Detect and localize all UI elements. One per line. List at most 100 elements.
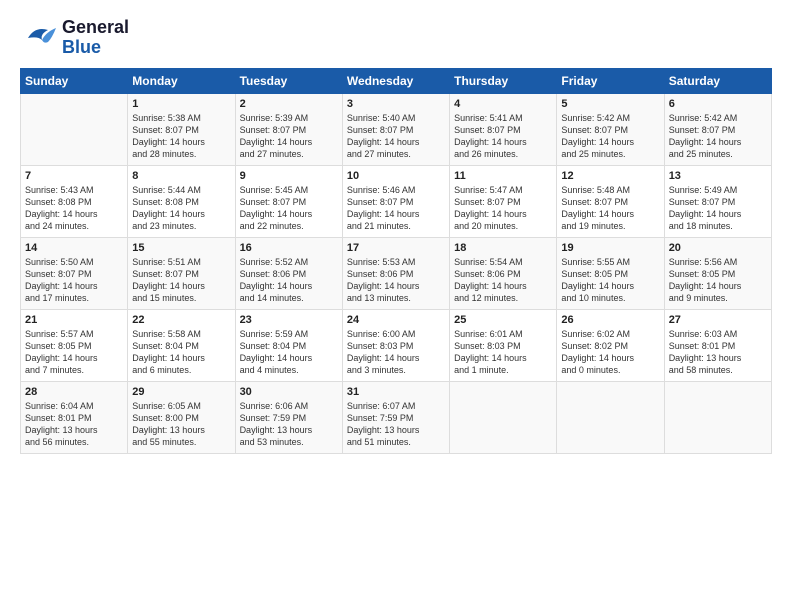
logo-general: General bbox=[62, 18, 129, 38]
day-number: 29 bbox=[132, 386, 230, 398]
weekday-header: Thursday bbox=[450, 69, 557, 94]
calendar-cell: 16 Sunrise: 5:52 AM Sunset: 8:06 PM Dayli… bbox=[235, 238, 342, 310]
cell-info: Sunrise: 5:42 AM Sunset: 8:07 PM Dayligh… bbox=[669, 112, 767, 161]
weekday-header: Friday bbox=[557, 69, 664, 94]
day-number: 7 bbox=[25, 170, 123, 182]
cell-info: Sunrise: 5:38 AM Sunset: 8:07 PM Dayligh… bbox=[132, 112, 230, 161]
day-number: 1 bbox=[132, 98, 230, 110]
day-number: 22 bbox=[132, 314, 230, 326]
logo-blue: Blue bbox=[62, 38, 129, 58]
calendar-cell: 30Sunrise: 6:06 AM Sunset: 7:59 PM Dayli… bbox=[235, 382, 342, 454]
calendar-cell: 2Sunrise: 5:39 AM Sunset: 8:07 PM Daylig… bbox=[235, 94, 342, 166]
day-number: 26 bbox=[561, 314, 659, 326]
calendar-week-row: 21 Sunrise: 5:57 AM Sunset: 8:05 PM Dayli… bbox=[21, 310, 772, 382]
cell-info: Sunrise: 6:04 AM Sunset: 8:01 PM Dayligh… bbox=[25, 400, 123, 449]
day-number: 10 bbox=[347, 170, 445, 182]
calendar-cell: 21 Sunrise: 5:57 AM Sunset: 8:05 PM Dayli… bbox=[21, 310, 128, 382]
calendar-cell: 25 Sunrise: 6:01 AM Sunset: 8:03 PM Dayli… bbox=[450, 310, 557, 382]
cell-info: Sunrise: 5:52 AM Sunset: 8:06 PM Dayligh… bbox=[240, 256, 338, 305]
day-number: 28 bbox=[25, 386, 123, 398]
cell-info: Sunrise: 5:48 AM Sunset: 8:07 PM Dayligh… bbox=[561, 184, 659, 233]
calendar-cell bbox=[664, 382, 771, 454]
calendar-cell: 19 Sunrise: 5:55 AM Sunset: 8:05 PM Dayli… bbox=[557, 238, 664, 310]
calendar-cell: 9Sunrise: 5:45 AM Sunset: 8:07 PM Daylig… bbox=[235, 166, 342, 238]
calendar-cell: 13 Sunrise: 5:49 AM Sunset: 8:07 PM Dayli… bbox=[664, 166, 771, 238]
cell-info: Sunrise: 5:40 AM Sunset: 8:07 PM Dayligh… bbox=[347, 112, 445, 161]
weekday-header: Monday bbox=[128, 69, 235, 94]
calendar-cell: 22 Sunrise: 5:58 AM Sunset: 8:04 PM Dayli… bbox=[128, 310, 235, 382]
logo-icon bbox=[20, 18, 60, 58]
calendar-cell: 24 Sunrise: 6:00 AM Sunset: 8:03 PM Dayli… bbox=[342, 310, 449, 382]
calendar-cell: 28 Sunrise: 6:04 AM Sunset: 8:01 PM Dayli… bbox=[21, 382, 128, 454]
calendar-cell: 26 Sunrise: 6:02 AM Sunset: 8:02 PM Dayli… bbox=[557, 310, 664, 382]
calendar-cell: 10 Sunrise: 5:46 AM Sunset: 8:07 PM Dayli… bbox=[342, 166, 449, 238]
day-number: 11 bbox=[454, 170, 552, 182]
weekday-header: Saturday bbox=[664, 69, 771, 94]
day-number: 20 bbox=[669, 242, 767, 254]
weekday-header: Wednesday bbox=[342, 69, 449, 94]
calendar-cell: 1 Sunrise: 5:38 AM Sunset: 8:07 PM Daylig… bbox=[128, 94, 235, 166]
calendar-cell: 15 Sunrise: 5:51 AM Sunset: 8:07 PM Dayli… bbox=[128, 238, 235, 310]
cell-info: Sunrise: 5:49 AM Sunset: 8:07 PM Dayligh… bbox=[669, 184, 767, 233]
cell-info: Sunrise: 5:46 AM Sunset: 8:07 PM Dayligh… bbox=[347, 184, 445, 233]
cell-info: Sunrise: 5:47 AM Sunset: 8:07 PM Dayligh… bbox=[454, 184, 552, 233]
cell-info: Sunrise: 5:43 AM Sunset: 8:08 PM Dayligh… bbox=[25, 184, 123, 233]
calendar-cell bbox=[21, 94, 128, 166]
day-number: 13 bbox=[669, 170, 767, 182]
cell-info: Sunrise: 5:55 AM Sunset: 8:05 PM Dayligh… bbox=[561, 256, 659, 305]
cell-info: Sunrise: 5:45 AM Sunset: 8:07 PM Dayligh… bbox=[240, 184, 338, 233]
cell-info: Sunrise: 6:01 AM Sunset: 8:03 PM Dayligh… bbox=[454, 328, 552, 377]
day-number: 24 bbox=[347, 314, 445, 326]
calendar-cell: 27Sunrise: 6:03 AM Sunset: 8:01 PM Dayli… bbox=[664, 310, 771, 382]
day-number: 2 bbox=[240, 98, 338, 110]
cell-info: Sunrise: 5:42 AM Sunset: 8:07 PM Dayligh… bbox=[561, 112, 659, 161]
calendar-cell: 29 Sunrise: 6:05 AM Sunset: 8:00 PM Dayli… bbox=[128, 382, 235, 454]
calendar-cell: 11 Sunrise: 5:47 AM Sunset: 8:07 PM Dayli… bbox=[450, 166, 557, 238]
calendar-cell: 4 Sunrise: 5:41 AM Sunset: 8:07 PM Daylig… bbox=[450, 94, 557, 166]
cell-info: Sunrise: 6:07 AM Sunset: 7:59 PM Dayligh… bbox=[347, 400, 445, 449]
cell-info: Sunrise: 5:50 AM Sunset: 8:07 PM Dayligh… bbox=[25, 256, 123, 305]
cell-info: Sunrise: 6:06 AM Sunset: 7:59 PM Dayligh… bbox=[240, 400, 338, 449]
day-number: 5 bbox=[561, 98, 659, 110]
weekday-header: Sunday bbox=[21, 69, 128, 94]
calendar-cell: 3 Sunrise: 5:40 AM Sunset: 8:07 PM Daylig… bbox=[342, 94, 449, 166]
cell-info: Sunrise: 6:02 AM Sunset: 8:02 PM Dayligh… bbox=[561, 328, 659, 377]
day-number: 14 bbox=[25, 242, 123, 254]
cell-info: Sunrise: 5:58 AM Sunset: 8:04 PM Dayligh… bbox=[132, 328, 230, 377]
page: General Blue SundayMondayTuesdayWednesda… bbox=[0, 0, 792, 612]
day-number: 27 bbox=[669, 314, 767, 326]
header-row: SundayMondayTuesdayWednesdayThursdayFrid… bbox=[21, 69, 772, 94]
day-number: 4 bbox=[454, 98, 552, 110]
calendar-week-row: 14 Sunrise: 5:50 AM Sunset: 8:07 PM Dayli… bbox=[21, 238, 772, 310]
calendar-cell: 5 Sunrise: 5:42 AM Sunset: 8:07 PM Daylig… bbox=[557, 94, 664, 166]
cell-info: Sunrise: 5:51 AM Sunset: 8:07 PM Dayligh… bbox=[132, 256, 230, 305]
cell-info: Sunrise: 5:44 AM Sunset: 8:08 PM Dayligh… bbox=[132, 184, 230, 233]
cell-info: Sunrise: 6:00 AM Sunset: 8:03 PM Dayligh… bbox=[347, 328, 445, 377]
logo: General Blue bbox=[20, 18, 129, 58]
cell-info: Sunrise: 5:56 AM Sunset: 8:05 PM Dayligh… bbox=[669, 256, 767, 305]
cell-info: Sunrise: 6:05 AM Sunset: 8:00 PM Dayligh… bbox=[132, 400, 230, 449]
day-number: 19 bbox=[561, 242, 659, 254]
day-number: 18 bbox=[454, 242, 552, 254]
calendar-cell: 8 Sunrise: 5:44 AM Sunset: 8:08 PM Daylig… bbox=[128, 166, 235, 238]
day-number: 21 bbox=[25, 314, 123, 326]
calendar-cell: 23 Sunrise: 5:59 AM Sunset: 8:04 PM Dayli… bbox=[235, 310, 342, 382]
calendar-cell: 12 Sunrise: 5:48 AM Sunset: 8:07 PM Dayli… bbox=[557, 166, 664, 238]
calendar-table: SundayMondayTuesdayWednesdayThursdayFrid… bbox=[20, 68, 772, 454]
cell-info: Sunrise: 5:41 AM Sunset: 8:07 PM Dayligh… bbox=[454, 112, 552, 161]
cell-info: Sunrise: 5:57 AM Sunset: 8:05 PM Dayligh… bbox=[25, 328, 123, 377]
calendar-week-row: 7 Sunrise: 5:43 AM Sunset: 8:08 PM Daylig… bbox=[21, 166, 772, 238]
day-number: 8 bbox=[132, 170, 230, 182]
calendar-cell bbox=[450, 382, 557, 454]
calendar-week-row: 28 Sunrise: 6:04 AM Sunset: 8:01 PM Dayli… bbox=[21, 382, 772, 454]
day-number: 23 bbox=[240, 314, 338, 326]
day-number: 16 bbox=[240, 242, 338, 254]
day-number: 3 bbox=[347, 98, 445, 110]
calendar-cell: 6Sunrise: 5:42 AM Sunset: 8:07 PM Daylig… bbox=[664, 94, 771, 166]
cell-info: Sunrise: 5:59 AM Sunset: 8:04 PM Dayligh… bbox=[240, 328, 338, 377]
calendar-cell: 20 Sunrise: 5:56 AM Sunset: 8:05 PM Dayli… bbox=[664, 238, 771, 310]
day-number: 15 bbox=[132, 242, 230, 254]
day-number: 12 bbox=[561, 170, 659, 182]
day-number: 25 bbox=[454, 314, 552, 326]
calendar-cell: 17Sunrise: 5:53 AM Sunset: 8:06 PM Dayli… bbox=[342, 238, 449, 310]
